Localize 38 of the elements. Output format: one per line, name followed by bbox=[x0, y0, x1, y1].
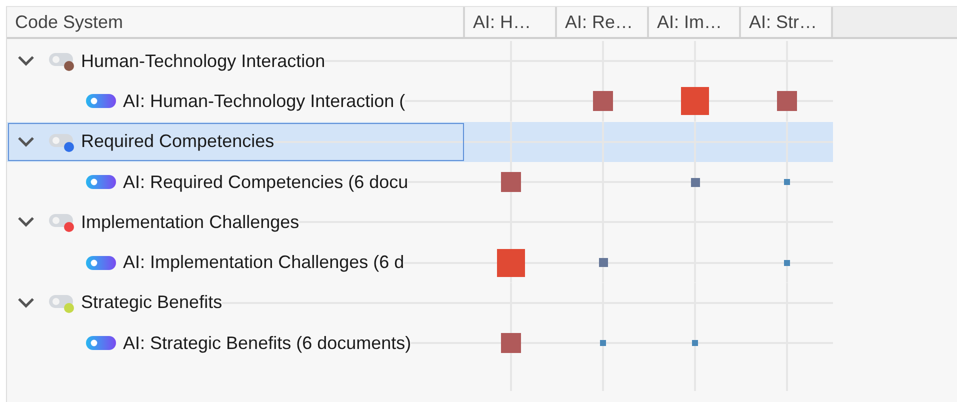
chevron-icon[interactable] bbox=[16, 134, 36, 149]
matrix-square bbox=[497, 248, 525, 277]
code-label: AI: Strategic Benefits (6 documents) bbox=[123, 332, 412, 355]
matrix-square bbox=[690, 178, 700, 187]
chevron-icon[interactable] bbox=[16, 54, 36, 68]
matrix-square bbox=[600, 340, 606, 346]
tree-item[interactable]: AI: Implementation Challenges (6 d bbox=[7, 242, 465, 283]
code-icon bbox=[48, 211, 76, 234]
code-label: Required Competencies bbox=[81, 130, 274, 154]
matrix-square bbox=[501, 172, 521, 192]
matrix-square bbox=[784, 260, 790, 266]
matrix-square bbox=[692, 340, 698, 346]
tree-item[interactable]: Required Competencies bbox=[7, 122, 465, 162]
code-label: AI: Human-Technology Interaction ( bbox=[123, 90, 406, 113]
tree-item[interactable]: AI: Human-Technology Interaction ( bbox=[7, 81, 465, 122]
code-label: AI: Required Competencies (6 docu bbox=[123, 170, 408, 194]
column-header[interactable]: Code System bbox=[7, 7, 465, 37]
matrix-square bbox=[501, 333, 521, 354]
code-label: Human-Technology Interaction bbox=[81, 50, 326, 73]
matrix-square bbox=[681, 87, 709, 116]
column-header[interactable]: AI: Im… bbox=[649, 7, 741, 37]
code-label: Strategic Benefits bbox=[81, 291, 222, 314]
matrix-square bbox=[784, 179, 790, 186]
code-icon bbox=[48, 50, 76, 72]
column-header[interactable]: AI: Re… bbox=[557, 7, 649, 37]
code-label: Implementation Challenges bbox=[81, 210, 300, 234]
tree-item[interactable]: AI: Strategic Benefits (6 documents) bbox=[7, 323, 465, 364]
matrix-square bbox=[777, 91, 797, 112]
column-header[interactable]: AI: H… bbox=[465, 7, 557, 37]
tree-item[interactable]: Implementation Challenges bbox=[7, 202, 465, 242]
matrix-square bbox=[593, 91, 613, 112]
chevron-icon[interactable] bbox=[16, 296, 36, 310]
tree-item[interactable]: AI: Required Competencies (6 docu bbox=[7, 162, 465, 202]
tree-item[interactable]: Human-Technology Interaction bbox=[7, 41, 465, 82]
code-label: AI: Implementation Challenges (6 d bbox=[123, 251, 404, 274]
chevron-icon[interactable] bbox=[16, 215, 36, 230]
tree-item[interactable]: Strategic Benefits bbox=[7, 282, 465, 324]
matrix-square bbox=[598, 258, 608, 268]
